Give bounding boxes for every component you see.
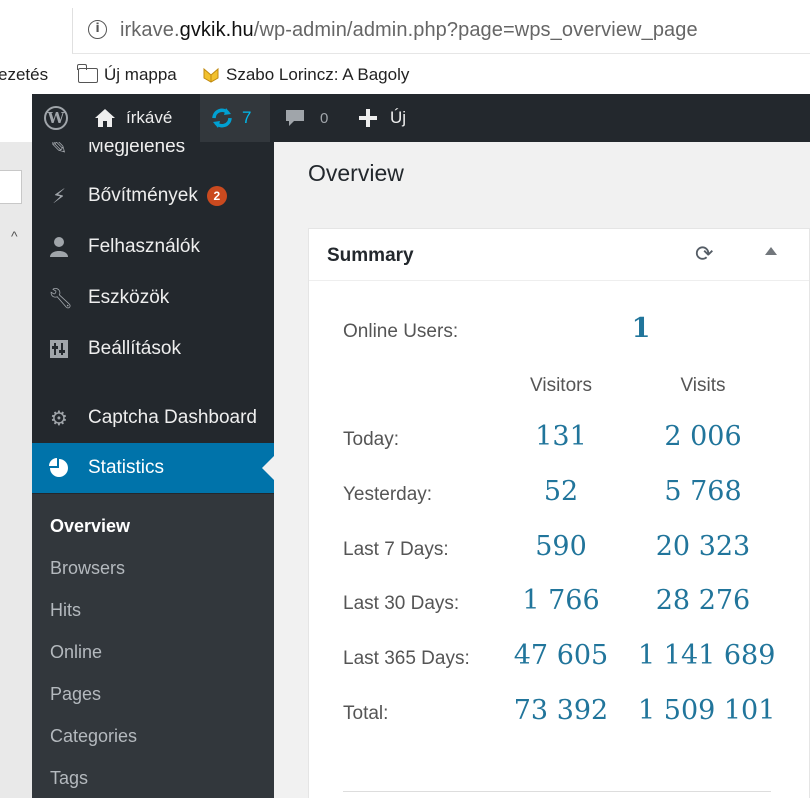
site-name: írkávé bbox=[126, 108, 173, 127]
pie-chart-icon bbox=[49, 458, 68, 477]
plug-icon: ⚡ bbox=[51, 184, 67, 208]
collapse-toggle-icon[interactable] bbox=[765, 247, 777, 255]
row-label: Last 7 Days: bbox=[343, 539, 449, 560]
site-name-menu[interactable]: írkávé bbox=[94, 94, 172, 142]
bookmark-favicon bbox=[203, 67, 219, 83]
menu-item-appearance[interactable]: ✎ Megjelenés bbox=[32, 142, 274, 172]
side-panel-input[interactable] bbox=[0, 170, 22, 204]
menu-item-settings[interactable]: Beállítások bbox=[32, 324, 274, 374]
user-icon bbox=[50, 237, 68, 257]
menu-item-statistics[interactable]: Statistics bbox=[32, 443, 274, 493]
caret-up-icon[interactable]: ^ bbox=[11, 228, 18, 244]
folder-icon bbox=[77, 63, 98, 83]
updates-icon bbox=[212, 108, 232, 128]
settings-icon bbox=[50, 340, 68, 358]
home-icon bbox=[95, 109, 115, 127]
gear-icon: ⚙ bbox=[50, 406, 68, 430]
comments-menu[interactable]: 0 bbox=[284, 94, 328, 142]
visitors-value[interactable]: 47 605 bbox=[496, 640, 626, 671]
submenu-item-hits[interactable]: Hits bbox=[50, 600, 81, 621]
menu-item-tools[interactable]: 🔧︎ Eszközök bbox=[32, 273, 274, 323]
widget-title: Summary bbox=[327, 245, 414, 266]
updates-menu[interactable]: 7 bbox=[200, 94, 270, 142]
update-badge: 2 bbox=[206, 186, 227, 206]
url-prefix: irkave. bbox=[120, 19, 180, 41]
menu-item-captcha-dashboard[interactable]: ⚙ Captcha Dashboard bbox=[32, 393, 274, 443]
menu-item-label: Beállítások bbox=[88, 338, 181, 359]
menu-item-label: Bővítmények bbox=[88, 185, 198, 206]
visitors-value[interactable]: 1 766 bbox=[496, 585, 626, 616]
active-indicator bbox=[262, 456, 274, 480]
online-users-label: Online Users: bbox=[343, 321, 459, 342]
admin-bar: W írkávé 7 0 Új bbox=[32, 94, 810, 142]
online-users-value[interactable]: 1 bbox=[576, 313, 706, 344]
menu-item-label: Felhasználók bbox=[88, 236, 200, 257]
bookmark-item[interactable]: ezetés bbox=[0, 65, 48, 85]
refresh-icon[interactable]: ⟳ bbox=[695, 242, 713, 267]
visits-column-header: Visits bbox=[680, 375, 726, 396]
visitors-column-header: Visitors bbox=[530, 375, 592, 396]
row-label: Total: bbox=[343, 703, 389, 724]
visitors-value[interactable]: 52 bbox=[496, 476, 626, 507]
new-content-menu[interactable]: Új bbox=[358, 94, 406, 142]
submenu-item-categories[interactable]: Categories bbox=[50, 726, 137, 747]
bookmark-label: Új mappa bbox=[104, 65, 177, 84]
comment-icon bbox=[286, 110, 304, 126]
bookmark-folder[interactable]: Új mappa bbox=[77, 63, 177, 85]
menu-item-label: Megjelenés bbox=[88, 142, 186, 157]
wrench-icon: 🔧︎ bbox=[48, 286, 74, 310]
comments-count: 0 bbox=[320, 109, 329, 127]
row-label: Last 30 Days: bbox=[343, 593, 460, 614]
main-content: Overview Summary ⟳ Online Users: 1 Visit… bbox=[274, 142, 810, 798]
widget-header: Summary ⟳ bbox=[309, 229, 809, 281]
menu-item-users[interactable]: Felhasználók bbox=[32, 222, 274, 272]
visitors-value[interactable]: 73 392 bbox=[496, 695, 626, 726]
visits-value[interactable]: 5 768 bbox=[638, 476, 768, 507]
wordpress-logo-icon: W bbox=[44, 106, 68, 130]
submenu-item-tags[interactable]: Tags bbox=[50, 768, 88, 789]
updates-count: 7 bbox=[242, 108, 252, 127]
bookmark-label: Szabo Lorincz: A Bagoly bbox=[226, 65, 410, 84]
wp-logo-menu[interactable]: W bbox=[44, 94, 68, 142]
bookmarks-bar: ezetés Új mappa Szabo Lorincz: A Bagoly bbox=[0, 56, 810, 94]
visits-value[interactable]: 28 276 bbox=[638, 585, 768, 616]
url-text[interactable]: irkave.gvkik.hu/wp-admin/admin.php?page=… bbox=[120, 19, 698, 42]
plus-icon bbox=[359, 109, 377, 127]
menu-item-label: Statistics bbox=[88, 457, 165, 478]
visits-value[interactable]: 2 006 bbox=[638, 421, 768, 452]
row-label: Last 365 Days: bbox=[343, 648, 470, 669]
menu-item-label: Eszközök bbox=[88, 287, 170, 308]
brush-icon: ✎ bbox=[50, 142, 68, 159]
browser-address-bar: i irkave.gvkik.hu/wp-admin/admin.php?pag… bbox=[0, 0, 810, 56]
menu-item-label: Captcha Dashboard bbox=[88, 407, 257, 428]
new-label: Új bbox=[390, 108, 407, 127]
visits-value[interactable]: 1 141 689 bbox=[638, 640, 775, 671]
row-label: Yesterday: bbox=[343, 484, 433, 505]
row-label: Today: bbox=[343, 429, 399, 450]
submenu-item-overview[interactable]: Overview bbox=[50, 516, 130, 537]
statistics-submenu: Overview Browsers Hits Online Pages Cate… bbox=[32, 494, 274, 798]
visitors-value[interactable]: 590 bbox=[496, 531, 626, 562]
summary-widget: Summary ⟳ Online Users: 1 Visitors Visit… bbox=[308, 228, 810, 798]
submenu-item-online[interactable]: Online bbox=[50, 642, 102, 663]
visits-value[interactable]: 1 509 101 bbox=[638, 695, 775, 726]
admin-menu: ✎ Megjelenés ⚡ Bővítmények 2 Felhasználó… bbox=[32, 142, 274, 798]
side-panel: ^ bbox=[0, 142, 32, 798]
submenu-item-pages[interactable]: Pages bbox=[50, 684, 101, 705]
url-domain: gvkik.hu bbox=[179, 19, 254, 41]
bookmark-label: ezetés bbox=[0, 65, 49, 84]
url-path: /wp-admin/admin.php?page=wps_overview_pa… bbox=[253, 19, 698, 41]
submenu-item-browsers[interactable]: Browsers bbox=[50, 558, 125, 579]
page-title: Overview bbox=[308, 160, 404, 186]
menu-item-plugins[interactable]: ⚡ Bővítmények 2 bbox=[32, 171, 274, 221]
widget-divider bbox=[343, 791, 771, 792]
info-icon[interactable]: i bbox=[88, 20, 107, 39]
visits-value[interactable]: 20 323 bbox=[638, 531, 768, 562]
bookmark-item[interactable]: Szabo Lorincz: A Bagoly bbox=[202, 65, 409, 85]
visitors-value[interactable]: 131 bbox=[496, 421, 626, 452]
